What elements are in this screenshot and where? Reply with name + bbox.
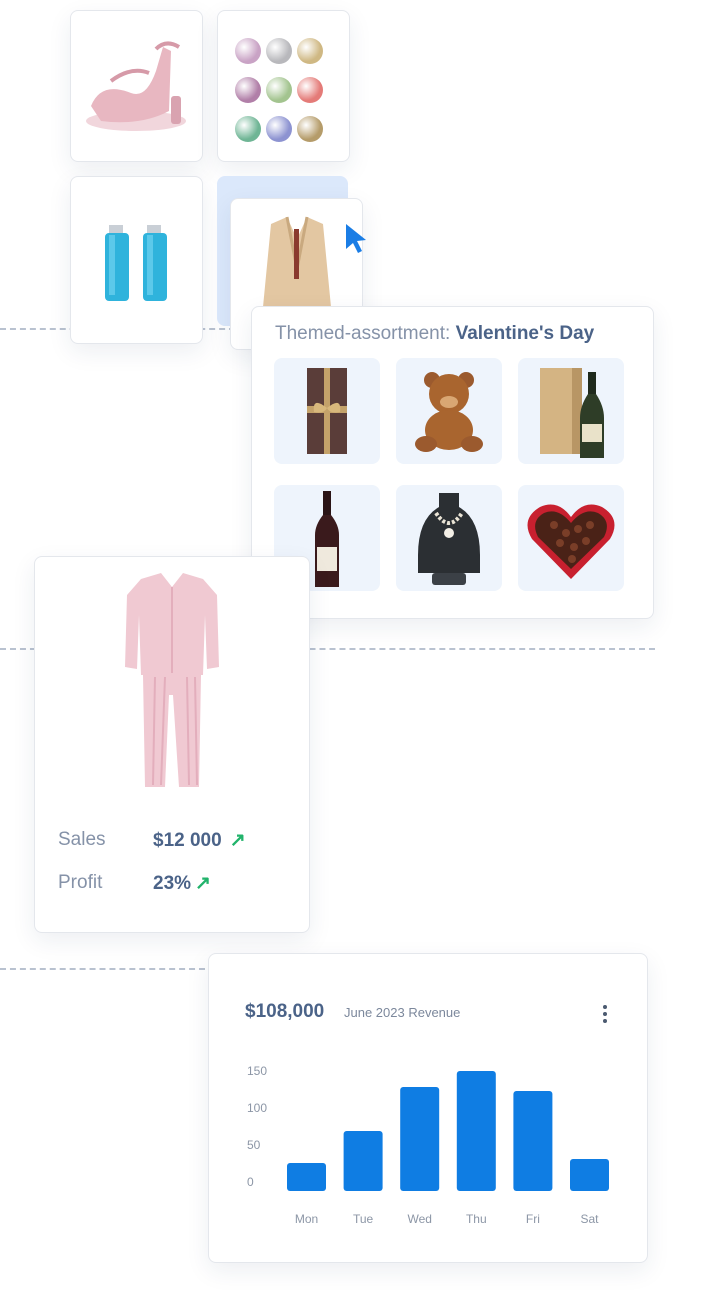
assortment-title-prefix: Themed-assortment: xyxy=(275,323,451,344)
product-sales-card: Sales $12 000 ↗ Profit 23% ↗ xyxy=(34,556,310,933)
profit-value: 23% xyxy=(153,873,192,894)
product-tile-sandals[interactable] xyxy=(70,10,203,162)
color-swatch[interactable] xyxy=(297,38,323,64)
necklace-stand-image xyxy=(418,493,480,585)
bar-sat[interactable] xyxy=(570,1159,609,1191)
profit-label: Profit xyxy=(58,872,103,893)
arrow-up-right-icon: ↗ xyxy=(195,873,211,894)
sandals-image xyxy=(86,41,186,131)
assortment-item-teddy-bear[interactable] xyxy=(396,358,502,464)
assortment-item-champagne[interactable] xyxy=(518,358,624,464)
sales-row: Sales $12 000 ↗ xyxy=(58,829,288,853)
pajamas-image xyxy=(125,573,219,787)
color-swatch[interactable] xyxy=(235,116,261,142)
bar-tue[interactable] xyxy=(343,1131,383,1191)
bar-fri[interactable] xyxy=(513,1091,553,1191)
champagne-image xyxy=(540,368,604,458)
product-tile-bottles[interactable] xyxy=(70,176,203,344)
dashed-divider-3 xyxy=(0,968,205,970)
assortment-item-heart-chocolates[interactable] xyxy=(518,485,624,591)
bar-wed[interactable] xyxy=(400,1087,440,1191)
color-swatch[interactable] xyxy=(235,38,261,64)
cursor-arrow-icon xyxy=(346,224,366,253)
x-tick-label: Tue xyxy=(353,1212,374,1226)
x-tick-label: Thu xyxy=(466,1212,487,1226)
color-swatches-tile[interactable] xyxy=(217,10,350,162)
themed-assortment-card: Themed-assortment: Valentine's Day xyxy=(251,306,654,619)
chocolate-box-image xyxy=(307,368,347,454)
profit-row: Profit 23% ↗ xyxy=(58,872,288,896)
profit-value-wrap: 23% ↗ xyxy=(153,872,211,895)
color-swatch[interactable] xyxy=(297,116,323,142)
arrow-up-right-icon: ↗ xyxy=(229,830,246,851)
bar-thu[interactable] xyxy=(456,1071,496,1191)
pump-bottles-image xyxy=(105,225,167,301)
assortment-theme: Valentine's Day xyxy=(455,323,595,344)
sales-value-wrap: $12 000 ↗ xyxy=(153,829,246,852)
sales-value: $12 000 xyxy=(153,830,222,851)
color-swatch[interactable] xyxy=(266,38,292,64)
color-swatch[interactable] xyxy=(297,77,323,103)
bar-mon[interactable] xyxy=(287,1163,326,1191)
revenue-bar-chart: Mon Tue Wed Thu Fri Sat xyxy=(287,1071,609,1226)
teddy-bear-image xyxy=(415,372,483,452)
assortment-title: Themed-assortment: Valentine's Day xyxy=(275,323,594,345)
x-tick-label: Fri xyxy=(526,1212,540,1226)
heart-box-image xyxy=(527,504,615,579)
color-swatch[interactable] xyxy=(266,77,292,103)
x-tick-label: Mon xyxy=(295,1212,318,1226)
sales-label: Sales xyxy=(58,829,106,850)
assortment-item-pearl-necklace[interactable] xyxy=(396,485,502,591)
x-tick-label: Wed xyxy=(407,1212,431,1226)
revenue-card: $108,000 June 2023 Revenue 150 100 50 0 Mon… xyxy=(208,953,648,1263)
x-tick-label: Sat xyxy=(580,1212,599,1226)
color-swatch[interactable] xyxy=(235,77,261,103)
assortment-item-chocolate-gift-box[interactable] xyxy=(274,358,380,464)
color-swatch[interactable] xyxy=(266,116,292,142)
